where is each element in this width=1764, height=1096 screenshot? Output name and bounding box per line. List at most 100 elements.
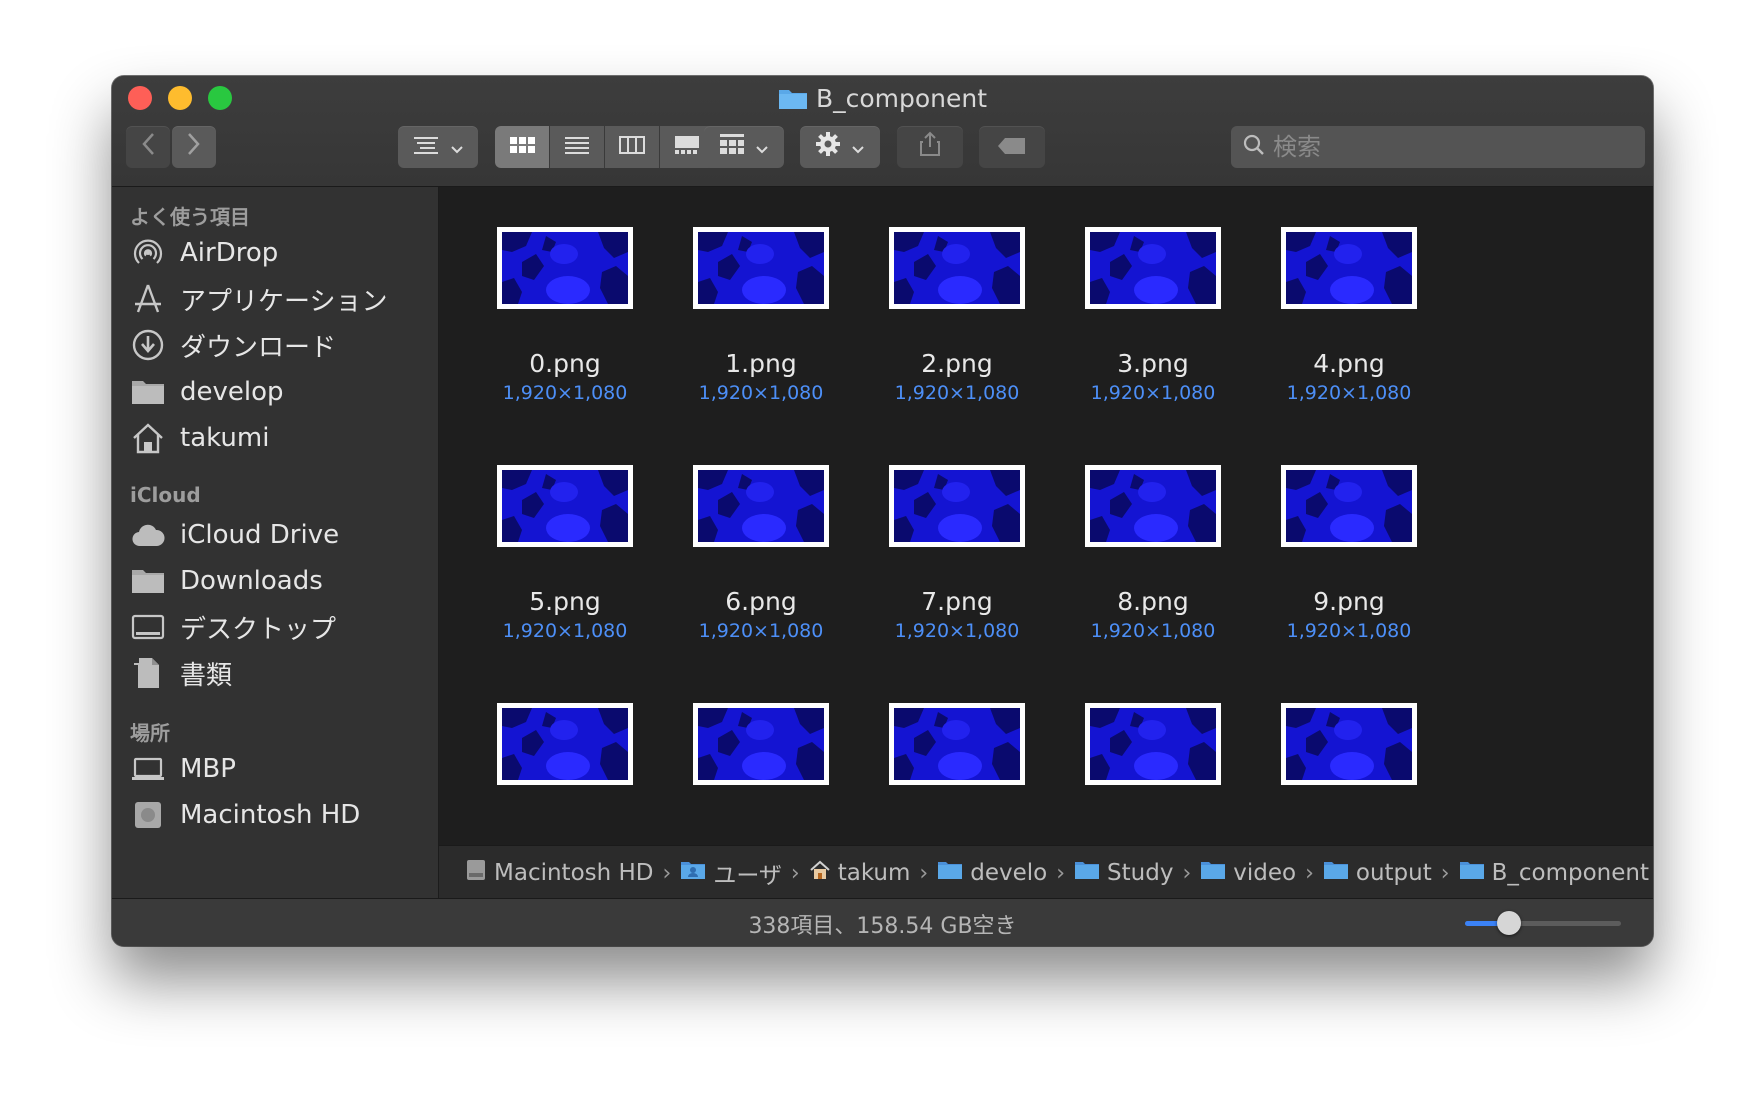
file-item[interactable]: 2.png 1,920×1,080 [867, 227, 1047, 404]
file-dimensions: 1,920×1,080 [698, 620, 824, 642]
sidebar-item-label: Macintosh HD [180, 800, 361, 830]
sidebar-item-downloads[interactable]: ダウンロード [130, 323, 336, 367]
file-thumbnail [497, 465, 633, 547]
file-item[interactable]: 0.png 1,920×1,080 [475, 227, 655, 404]
file-name: 8.png [1117, 587, 1189, 616]
file-thumbnail [889, 703, 1025, 785]
file-dimensions: 1,920×1,080 [894, 382, 1020, 404]
path-crumb[interactable]: output [1323, 860, 1432, 886]
file-dimensions: 1,920×1,080 [894, 620, 1020, 642]
file-thumbnail [889, 227, 1025, 309]
chevron-right-icon [187, 132, 201, 162]
file-thumbnail [1281, 703, 1417, 785]
sidebar-item-label: アプリケーション [180, 286, 388, 317]
icon-size-slider[interactable] [1465, 911, 1621, 935]
desktop-icon [130, 609, 166, 645]
file-item[interactable]: 3.png 1,920×1,080 [1063, 227, 1243, 404]
sidebar-item-develop[interactable]: develop [130, 370, 284, 414]
path-crumb-label: Macintosh HD [494, 860, 654, 886]
file-dimensions: 1,920×1,080 [698, 382, 824, 404]
forward-button[interactable] [172, 126, 216, 168]
sidebar-item-icloud-downloads[interactable]: Downloads [130, 559, 323, 603]
path-crumb[interactable]: video [1200, 860, 1296, 886]
path-crumb[interactable]: takum [809, 859, 910, 887]
group-grid-icon [719, 133, 745, 161]
sidebar-item-mbp[interactable]: MBP [130, 747, 236, 791]
file-item[interactable] [867, 703, 1047, 825]
file-item[interactable] [1063, 703, 1243, 825]
sidebar-item-applications[interactable]: アプリケーション [130, 277, 387, 321]
folder-icon [1459, 860, 1485, 886]
sort-menu-button[interactable] [398, 126, 478, 168]
search-input[interactable] [1271, 132, 1635, 162]
chevron-down-icon [851, 133, 865, 161]
gallery-icon [674, 135, 700, 159]
disk-icon [130, 797, 166, 833]
file-item[interactable]: 4.png 1,920×1,080 [1259, 227, 1439, 404]
file-thumbnail [497, 227, 633, 309]
sidebar-item-icloud-drive[interactable]: iCloud Drive [130, 513, 339, 557]
path-crumb[interactable]: Macintosh HD [465, 859, 654, 887]
folder-icon [1323, 860, 1349, 886]
view-mode-control [495, 126, 714, 168]
sidebar-item-label: iCloud Drive [180, 520, 340, 550]
sidebar-item-label: デスクトップ [180, 614, 337, 645]
file-thumbnail [1281, 465, 1417, 547]
path-separator-icon: › [1056, 860, 1066, 886]
file-item[interactable]: 8.png 1,920×1,080 [1063, 465, 1243, 642]
file-name: 3.png [1117, 349, 1189, 378]
file-item[interactable]: 6.png 1,920×1,080 [671, 465, 851, 642]
file-name: 9.png [1313, 587, 1385, 616]
list-sort-icon [412, 133, 440, 161]
status-text: 338項目、158.54 GB空き [748, 914, 1017, 939]
search-field[interactable] [1231, 126, 1645, 168]
sidebar-section-locations-header: 場所 [130, 721, 170, 745]
grid-icon [509, 135, 535, 159]
file-item[interactable]: 7.png 1,920×1,080 [867, 465, 1047, 642]
path-crumb-label: ユーザ [713, 863, 782, 889]
sidebar-section-favorites-header: よく使う項目 [130, 205, 250, 229]
path-crumb[interactable]: B_component [1459, 860, 1649, 886]
back-button[interactable] [126, 126, 170, 168]
group-menu-button[interactable] [704, 126, 784, 168]
file-item[interactable]: 5.png 1,920×1,080 [475, 465, 655, 642]
tag-icon [997, 133, 1027, 161]
sidebar-item-macintosh-hd[interactable]: Macintosh HD [130, 793, 360, 837]
chevron-left-icon [141, 132, 155, 162]
chevron-down-icon [450, 133, 464, 161]
sidebar-item-label: develop [180, 377, 284, 407]
icon-size-slider-knob[interactable] [1496, 911, 1521, 935]
icon-view-button[interactable] [495, 126, 550, 168]
file-thumbnail [1085, 227, 1221, 309]
list-icon [564, 135, 590, 159]
tag-button[interactable] [979, 126, 1045, 168]
path-crumb-label: output [1355, 860, 1432, 886]
file-dimensions: 1,920×1,080 [1090, 620, 1216, 642]
file-item[interactable]: 1.png 1,920×1,080 [671, 227, 851, 404]
action-menu-button[interactable] [800, 126, 880, 168]
column-view-button[interactable] [605, 126, 660, 168]
file-name: 6.png [725, 587, 797, 616]
sidebar-item-takumi[interactable]: takumi [130, 416, 269, 460]
sidebar-item-desktop[interactable]: デスクトップ [130, 605, 336, 649]
file-item[interactable] [671, 703, 851, 825]
path-crumb[interactable]: ユーザ [680, 856, 782, 890]
list-view-button[interactable] [550, 126, 605, 168]
file-thumbnail [693, 703, 829, 785]
file-thumbnail [1085, 465, 1221, 547]
file-name: 4.png [1313, 349, 1385, 378]
path-crumb[interactable]: develo [937, 860, 1047, 886]
chevron-down-icon [755, 133, 769, 161]
sidebar-item-label: Downloads [180, 566, 323, 596]
sidebar-item-documents[interactable]: 書類 [130, 651, 232, 695]
path-crumb[interactable]: Study [1074, 860, 1173, 886]
finder-window: B_component 検索 よく使う項目 AirDrop アプリケーション ダ… [112, 76, 1653, 946]
file-item[interactable]: 9.png 1,920×1,080 [1259, 465, 1439, 642]
disk-icon [465, 859, 487, 887]
file-item[interactable] [1259, 703, 1439, 825]
sidebar-item-airdrop[interactable]: AirDrop [130, 231, 278, 275]
path-separator-icon: › [919, 860, 929, 886]
path-separator-icon: › [1182, 860, 1192, 886]
share-button[interactable] [897, 126, 963, 168]
file-item[interactable] [475, 703, 655, 825]
